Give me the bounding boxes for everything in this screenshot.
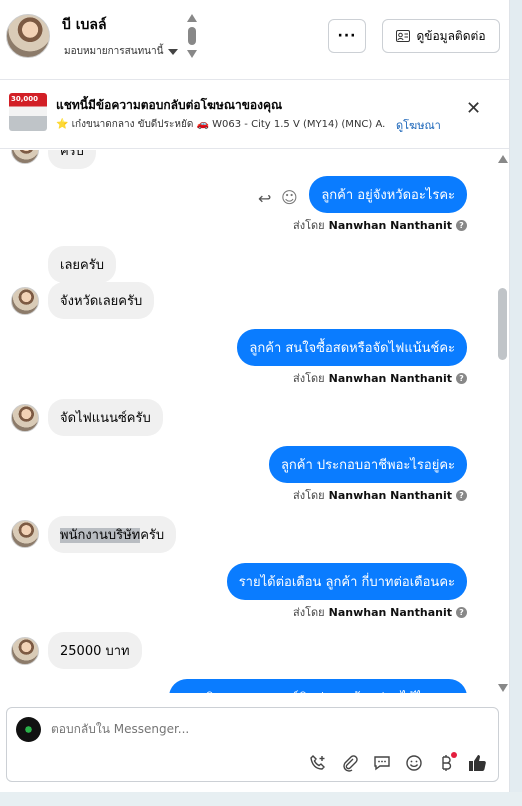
message-outgoing: ลูกค้า สนใจซื้อสดหรือจัดไฟแน้นช์คะ: [237, 329, 467, 366]
sent-by-prefix: ส่งโดย: [293, 372, 325, 385]
avatar: [11, 404, 39, 432]
help-icon[interactable]: ?: [456, 606, 467, 618]
view-ad-link[interactable]: ดูโฆษณา: [396, 116, 441, 134]
thumbs-up-icon[interactable]: [467, 752, 489, 774]
message-incoming: เลยครับ: [48, 246, 116, 283]
avatar: [11, 150, 39, 164]
ad-banner-subtitle: ⭐ เก๋งขนาดกลาง ขับดีประหยัด 🚗 W063 - Cit…: [56, 119, 386, 130]
ad-banner-title: แชทนี้มีข้อความตอบกลับต่อโฆษณาของคุณ: [56, 98, 283, 112]
saved-replies-icon[interactable]: [371, 752, 393, 774]
conversation-header: บี เบลล์ มอบหมายการสนทนานี้ ··· ดูข้อมูล…: [0, 0, 509, 80]
handle-icon: [188, 27, 196, 45]
message-text: ครับ: [140, 528, 165, 543]
message-outgoing: ลูกค้า ประกอบอาชีพอะไรอยู่คะ: [268, 446, 467, 483]
sender-name: Nanwhan Nanthanit: [328, 218, 452, 232]
scroll-up-icon[interactable]: [498, 155, 508, 163]
ad-thumb-price: 30,000: [11, 95, 39, 103]
sent-by-prefix: ส่งโดย: [293, 219, 325, 232]
sent-by-label: ส่งโดย Nanwhan Nanthanit?: [293, 216, 467, 234]
highlighted-text: พนักงานบริษัท: [60, 528, 141, 543]
reply-input[interactable]: [51, 722, 471, 736]
sent-by-prefix: ส่งโดย: [293, 606, 325, 619]
sent-by-label: ส่งโดย Nanwhan Nanthanit?: [293, 369, 467, 387]
help-icon[interactable]: ?: [456, 489, 467, 501]
page-edge: [510, 0, 522, 806]
sender-name: Nanwhan Nanthanit: [328, 488, 452, 502]
help-icon[interactable]: ?: [456, 219, 467, 231]
message-thread[interactable]: ครับ ↩ ☺ ลูกค้า อยู่จังหวัดอะไรคะ ส่งโดย…: [0, 150, 496, 693]
sent-by-label: ส่งโดย Nanwhan Nanthanit?: [293, 486, 467, 504]
page-avatar: [16, 717, 41, 742]
reply-icon[interactable]: ↩: [258, 189, 271, 208]
call-add-icon[interactable]: [307, 752, 329, 774]
close-icon[interactable]: ✕: [466, 100, 481, 118]
message-incoming: ครับ: [48, 150, 96, 169]
avatar: [11, 637, 39, 665]
arrow-down-icon: [187, 50, 197, 58]
view-contact-label: ดูข้อมูลติดต่อ: [416, 28, 486, 43]
page-bottom-edge: [0, 792, 522, 806]
message-incoming: จังหวัดเลยครับ: [48, 282, 155, 319]
emoji-icon[interactable]: [403, 752, 425, 774]
message-outgoing: ลูกค้า อยู่จังหวัดอะไรคะ: [309, 176, 467, 213]
sent-by-label: ส่งโดย Nanwhan Nanthanit?: [293, 603, 467, 621]
resize-handle[interactable]: [185, 14, 199, 60]
more-options-button[interactable]: ···: [328, 19, 366, 53]
notification-dot: [451, 752, 457, 758]
message-outgoing: แอดมินขอความเบอร์ติดต่อ ลูกค้าหน่อยได้ไห…: [168, 679, 467, 693]
scrollbar[interactable]: [496, 150, 509, 693]
avatar[interactable]: [6, 14, 50, 58]
message-incoming: พนักงานบริษัทครับ: [48, 516, 177, 553]
sender-name: Nanwhan Nanthanit: [328, 605, 452, 619]
chevron-down-icon: [168, 48, 179, 55]
composer-toolbar: [307, 752, 489, 774]
payment-icon[interactable]: [435, 752, 457, 774]
sent-by-prefix: ส่งโดย: [293, 489, 325, 502]
avatar: [11, 520, 39, 548]
help-icon[interactable]: ?: [456, 372, 467, 384]
reply-composer: [6, 707, 499, 782]
message-outgoing: รายได้ต่อเดือน ลูกค้า กี่บาทต่อเดือนคะ: [226, 563, 467, 600]
message-incoming: 25000 บาท: [48, 632, 142, 669]
contact-card-icon: [396, 30, 411, 42]
sender-name: Nanwhan Nanthanit: [328, 371, 452, 385]
arrow-up-icon: [187, 14, 197, 22]
smiley-icon[interactable]: ☺: [281, 188, 298, 207]
inbox-panel: บี เบลล์ มอบหมายการสนทนานี้ ··· ดูข้อมูล…: [0, 0, 510, 792]
ad-reply-banner: 30,000 แชทนี้มีข้อความตอบกลับต่อโฆษณาของ…: [0, 81, 509, 149]
scroll-down-icon[interactable]: [498, 684, 508, 692]
assign-conversation-dropdown[interactable]: มอบหมายการสนทนานี้: [64, 44, 179, 59]
scrollbar-thumb[interactable]: [498, 288, 507, 360]
assign-label: มอบหมายการสนทนานี้: [64, 46, 164, 57]
avatar: [11, 287, 39, 315]
ad-thumbnail[interactable]: 30,000: [9, 93, 47, 131]
contact-name[interactable]: บี เบลล์: [62, 14, 107, 36]
attachment-icon[interactable]: [339, 752, 361, 774]
view-contact-button[interactable]: ดูข้อมูลติดต่อ: [382, 19, 500, 53]
message-incoming: จัดไฟแนนซ์ครับ: [48, 399, 163, 436]
